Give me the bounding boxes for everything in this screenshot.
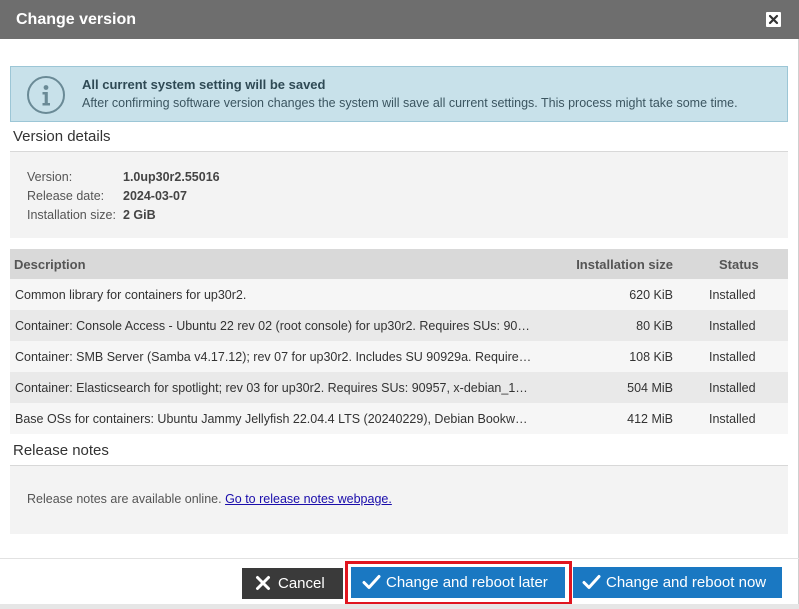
installation-size-row: Installation size: 2 GiB <box>27 208 156 222</box>
release-notes-panel: Release notes are available online. Go t… <box>10 466 788 534</box>
row-description: Common library for containers for up30r2… <box>15 288 247 302</box>
column-header-description[interactable]: Description <box>14 257 86 272</box>
highlight-frame <box>345 561 572 605</box>
row-status: Installed <box>709 288 756 302</box>
column-header-installation-size[interactable]: Installation size <box>576 257 673 272</box>
change-and-reboot-now-label: Change and reboot now <box>606 574 767 591</box>
close-icon <box>768 14 779 25</box>
table-row[interactable]: Container: Console Access - Ubuntu 22 re… <box>10 310 788 341</box>
cancel-label: Cancel <box>278 575 325 592</box>
version-details-panel: Version: 1.0up30r2.55016 Release date: 2… <box>10 152 788 238</box>
row-installation-size: 620 KiB <box>629 288 673 302</box>
row-description: Base OSs for containers: Ubuntu Jammy Je… <box>15 412 528 426</box>
dialog-titlebar: Change version <box>0 0 799 39</box>
row-status: Installed <box>709 319 756 333</box>
change-and-reboot-now-button[interactable]: Change and reboot now <box>573 567 782 598</box>
release-notes-title: Release notes <box>13 442 109 459</box>
info-heading: All current system setting will be saved <box>82 77 326 92</box>
column-header-status[interactable]: Status <box>719 257 759 272</box>
cancel-button[interactable]: Cancel <box>242 568 343 599</box>
row-installation-size: 108 KiB <box>629 350 673 364</box>
version-value: 1.0up30r2.55016 <box>123 170 220 184</box>
release-date-label: Release date: <box>27 189 105 203</box>
info-icon <box>27 76 65 114</box>
row-description: Container: Console Access - Ubuntu 22 re… <box>15 319 530 333</box>
row-installation-size: 80 KiB <box>636 319 673 333</box>
release-date-value: 2024-03-07 <box>123 189 187 203</box>
table-row[interactable]: Base OSs for containers: Ubuntu Jammy Je… <box>10 403 788 434</box>
close-button[interactable] <box>766 12 781 27</box>
info-message: After confirming software version change… <box>82 96 738 110</box>
table-row[interactable]: Common library for containers for up30r2… <box>10 279 788 310</box>
table-header: Description Installation size Status <box>10 249 788 279</box>
version-label: Version: <box>27 170 73 184</box>
info-banner: All current system setting will be saved… <box>10 66 788 122</box>
installation-size-label: Installation size: <box>27 208 116 222</box>
release-notes-message: Release notes are available online. <box>27 492 222 506</box>
change-version-dialog: Change version All current system settin… <box>0 0 799 609</box>
dialog-title: Change version <box>16 11 137 28</box>
row-description: Container: Elasticsearch for spotlight; … <box>15 381 528 395</box>
row-installation-size: 412 MiB <box>627 412 673 426</box>
installation-size-value: 2 GiB <box>123 208 156 222</box>
release-notes-text: Release notes are available online. Go t… <box>27 492 392 506</box>
row-description: Container: SMB Server (Samba v4.17.12); … <box>15 350 532 364</box>
bottom-strip <box>0 604 799 609</box>
row-installation-size: 504 MiB <box>627 381 673 395</box>
version-row: Version: 1.0up30r2.55016 <box>27 170 220 184</box>
x-icon <box>256 576 270 590</box>
checkmark-icon <box>582 575 601 589</box>
footer-divider <box>0 558 799 559</box>
table-row[interactable]: Container: Elasticsearch for spotlight; … <box>10 372 788 403</box>
row-status: Installed <box>709 350 756 364</box>
components-table: Description Installation size Status Com… <box>10 249 788 434</box>
version-details-title: Version details <box>13 128 111 145</box>
row-status: Installed <box>709 412 756 426</box>
row-status: Installed <box>709 381 756 395</box>
table-row[interactable]: Container: SMB Server (Samba v4.17.12); … <box>10 341 788 372</box>
release-notes-link[interactable]: Go to release notes webpage. <box>225 492 392 506</box>
release-date-row: Release date: 2024-03-07 <box>27 189 187 203</box>
